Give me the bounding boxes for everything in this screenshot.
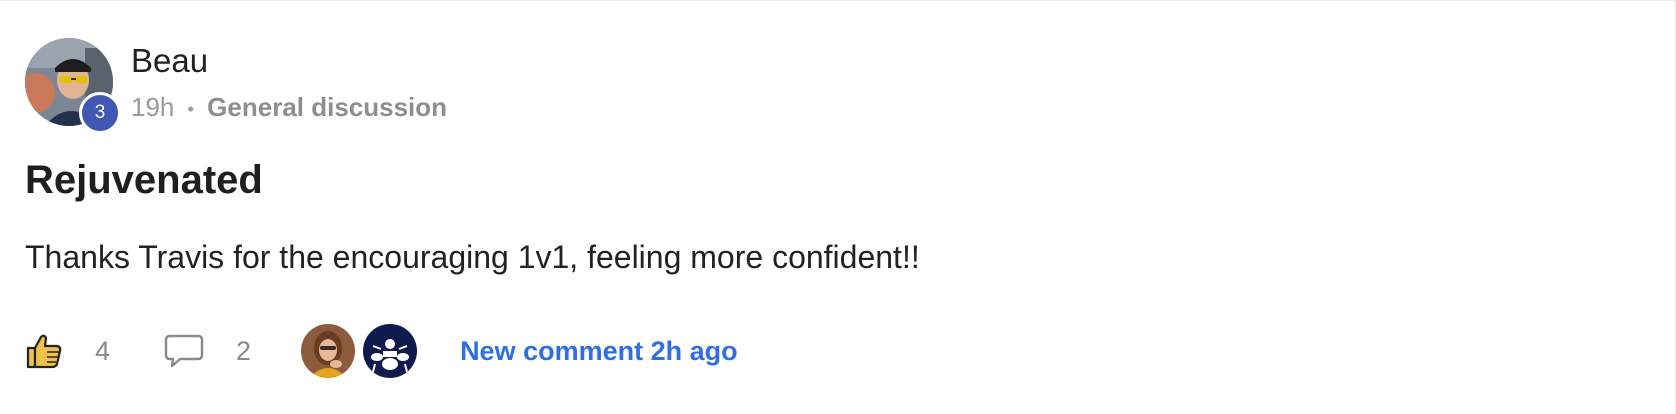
- speech-bubble-icon: [164, 334, 204, 368]
- new-comment-link[interactable]: New comment 2h ago: [460, 336, 738, 367]
- author-name[interactable]: Beau: [131, 41, 447, 81]
- post-title[interactable]: Rejuvenated: [25, 155, 263, 205]
- like-count: 4: [95, 335, 111, 366]
- post-time: 19h: [131, 92, 175, 122]
- participant-avatars: [301, 324, 425, 378]
- post-body: Thanks Travis for the encouraging 1v1, f…: [25, 239, 920, 275]
- comment-button[interactable]: 2: [164, 333, 251, 369]
- participant-drummer-avatar-icon: [363, 324, 418, 378]
- post-meta-line: 19h • General discussion: [131, 91, 447, 125]
- participant-avatar[interactable]: [363, 324, 418, 378]
- author-avatar-wrapper[interactable]: 3: [25, 38, 121, 134]
- post-actions: 4 2 New comment 2h ago: [25, 323, 738, 379]
- post-card: 3 Beau 19h • General discussion Rejuvena…: [0, 0, 1676, 414]
- like-button[interactable]: 4: [25, 332, 110, 370]
- participant-avatar[interactable]: [301, 324, 356, 378]
- level-badge: 3: [79, 92, 121, 134]
- meta-separator: •: [187, 99, 194, 120]
- post-header: 3 Beau 19h • General discussion: [25, 38, 447, 134]
- comment-count: 2: [236, 335, 252, 366]
- post-category-link[interactable]: General discussion: [207, 92, 447, 122]
- participant-woman-avatar-icon: [301, 324, 356, 378]
- post-meta: Beau 19h • General discussion: [131, 38, 447, 125]
- thumbs-up-icon: [26, 334, 62, 369]
